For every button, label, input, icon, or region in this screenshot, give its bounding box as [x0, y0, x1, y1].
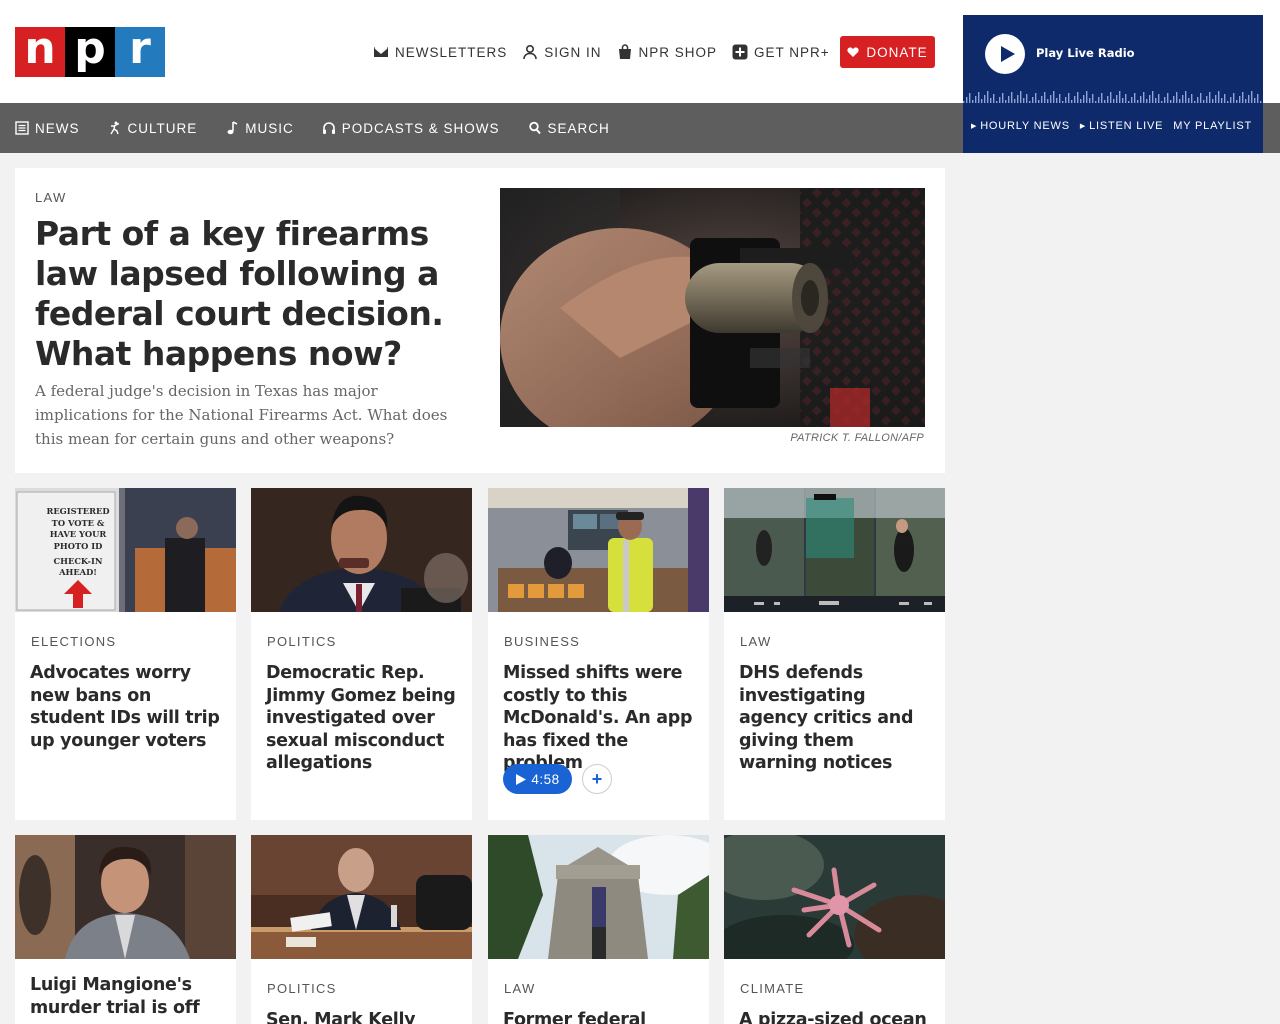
story-headline[interactable]: Sen. Mark Kelly says: [266, 1009, 461, 1024]
story-headline[interactable]: Advocates worry new bans on student IDs …: [30, 662, 225, 752]
nav-label-news: NEWS: [35, 120, 80, 136]
live-radio-player: Play Live Radio ▶ HOURLY NEWS ▶ LISTEN LIV…: [963, 15, 1263, 153]
headphones-icon: [322, 122, 335, 134]
story-headline[interactable]: Part of a key firearms law lapsed follow…: [35, 214, 465, 374]
donate-label: DONATE: [866, 44, 928, 60]
shopping-bag-icon: [618, 44, 631, 59]
story-thumbnail[interactable]: [488, 835, 709, 959]
story-photo[interactable]: [500, 188, 925, 427]
logo-letter-n: n: [15, 27, 65, 77]
play-icon: [1000, 46, 1015, 62]
story-kicker[interactable]: LAW: [740, 634, 772, 649]
story-thumbnail[interactable]: [724, 488, 945, 612]
story-card: BUSINESS Missed shifts were costly to th…: [488, 488, 709, 820]
newspaper-icon: [15, 121, 29, 135]
plus-square-icon: [732, 44, 748, 60]
triangle-icon: ▶: [1079, 123, 1087, 130]
envelope-icon: [374, 47, 388, 57]
play-icon: [516, 773, 527, 785]
sign-in-label: SIGN IN: [544, 44, 602, 60]
npr-shop-link[interactable]: NPR SHOP: [617, 42, 718, 62]
story-thumbnail[interactable]: [724, 835, 945, 959]
my-playlist-label: MY PLAYLIST: [1173, 120, 1252, 132]
nav-label-music: MUSIC: [245, 120, 294, 136]
sign-line-2: TO VOTE &: [52, 518, 105, 528]
story-card: CLIMATE A pizza-sized ocean: [724, 835, 945, 1024]
story-headline[interactable]: Democratic Rep. Jimmy Gomez being invest…: [266, 662, 461, 775]
play-live-radio-label: Play Live Radio: [1036, 46, 1135, 60]
story-headline[interactable]: DHS defends investigating agency critics…: [739, 662, 934, 775]
listen-live-link[interactable]: ▶ LISTEN LIVE: [1080, 120, 1163, 132]
hourly-news-label: HOURLY NEWS: [980, 120, 1070, 132]
add-to-playlist-button[interactable]: +: [582, 764, 612, 794]
story-thumbnail[interactable]: REGISTERED TO VOTE & HAVE YOUR PHOTO ID …: [15, 488, 236, 612]
plus-icon: +: [591, 768, 603, 789]
story-card: LAW Former federal: [488, 835, 709, 1024]
story-kicker[interactable]: POLITICS: [267, 981, 337, 996]
sign-in-link[interactable]: SIGN IN: [522, 42, 601, 62]
firearm-photo: [500, 188, 925, 427]
nav-label-search: SEARCH: [547, 120, 610, 136]
story-kicker[interactable]: BUSINESS: [504, 634, 580, 649]
npr-logo[interactable]: n p r: [15, 27, 165, 77]
story-headline[interactable]: Luigi Mangione's murder trial is off as: [30, 974, 225, 1024]
story-thumbnail[interactable]: [251, 488, 472, 612]
newsletters-label: NEWSLETTERS: [395, 44, 508, 60]
search-icon: [528, 121, 541, 135]
music-note-icon: [227, 121, 238, 135]
nav-item-culture[interactable]: CULTURE: [108, 121, 198, 136]
featured-story: LAW Part of a key firearms law lapsed fo…: [15, 168, 945, 473]
sign-line-6: AHEAD!: [58, 567, 97, 577]
player-links: ▶ HOURLY NEWS ▶ LISTEN LIVE MY PLAYLIST: [971, 120, 1252, 132]
story-teaser: A federal judge's decision in Texas has …: [35, 382, 448, 448]
user-icon: [523, 44, 538, 60]
story-card: LAW DHS defends investigating agency cri…: [724, 488, 945, 820]
triangle-icon: ▶: [971, 123, 978, 130]
play-audio-button[interactable]: 4:58: [503, 764, 572, 794]
nav-item-music[interactable]: MUSIC: [225, 121, 294, 136]
heart-icon: [847, 47, 859, 57]
story-headline[interactable]: Missed shifts were costly to this McDona…: [503, 662, 698, 775]
story-kicker[interactable]: LAW: [35, 190, 67, 205]
audio-duration: 4:58: [531, 771, 560, 787]
nav-item-news[interactable]: NEWS: [15, 121, 80, 136]
story-card: POLITICS Sen. Mark Kelly says: [251, 835, 472, 1024]
sign-line-5: CHECK-IN: [54, 556, 103, 566]
story-thumbnail[interactable]: [15, 835, 236, 959]
story-thumbnail[interactable]: [251, 835, 472, 959]
listen-live-label: LISTEN LIVE: [1089, 120, 1164, 132]
story-card: Luigi Mangione's murder trial is off as: [15, 835, 236, 1024]
story-kicker[interactable]: ELECTIONS: [31, 634, 116, 649]
story-card: POLITICS Democratic Rep. Jimmy Gomez bei…: [251, 488, 472, 820]
utility-links: NEWSLETTERS SIGN IN NPR SHOP GET NPR+: [373, 42, 830, 62]
logo-letter-p: p: [65, 27, 115, 77]
story-thumbnail[interactable]: [488, 488, 709, 612]
story-card: REGISTERED TO VOTE & HAVE YOUR PHOTO ID …: [15, 488, 236, 820]
photo-credit: PATRICK T. FALLON/AFP: [790, 432, 924, 444]
story-kicker[interactable]: CLIMATE: [740, 981, 804, 996]
story-headline[interactable]: Former federal: [503, 1009, 698, 1024]
audio-wave-graphic: [963, 91, 1262, 103]
story-headline[interactable]: A pizza-sized ocean: [739, 1009, 934, 1024]
my-playlist-link[interactable]: MY PLAYLIST: [1173, 120, 1252, 132]
dancer-icon: [109, 121, 119, 135]
sign-line-1: REGISTERED: [46, 506, 109, 516]
nav-label-podcasts: PODCASTS & SHOWS: [341, 120, 500, 136]
story-kicker[interactable]: POLITICS: [267, 634, 337, 649]
sign-line-3: HAVE YOUR: [50, 529, 107, 539]
story-kicker[interactable]: LAW: [504, 981, 536, 996]
nav-item-search[interactable]: SEARCH: [528, 121, 610, 136]
get-npr-plus-link[interactable]: GET NPR+: [732, 42, 830, 62]
hourly-news-link[interactable]: ▶ HOURLY NEWS: [971, 120, 1070, 132]
play-live-radio-button[interactable]: [985, 34, 1025, 74]
newsletters-link[interactable]: NEWSLETTERS: [373, 42, 507, 62]
audio-controls: 4:58 +: [503, 764, 612, 794]
get-npr-plus-label: GET NPR+: [754, 44, 830, 60]
logo-letter-r: r: [115, 27, 165, 77]
npr-shop-label: NPR SHOP: [638, 44, 718, 60]
nav-item-podcasts[interactable]: PODCASTS & SHOWS: [322, 121, 500, 136]
nav-label-culture: CULTURE: [127, 120, 198, 136]
sign-line-4: PHOTO ID: [54, 541, 103, 551]
donate-button[interactable]: DONATE: [840, 36, 935, 68]
